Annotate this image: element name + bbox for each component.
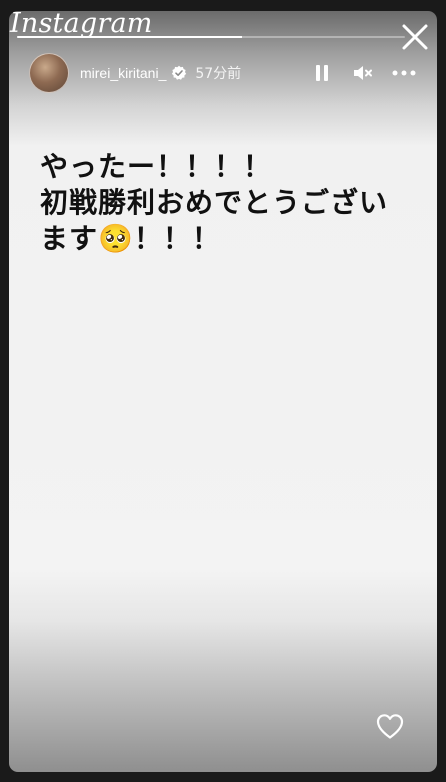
story-controls — [311, 62, 417, 84]
instagram-logo[interactable]: Instagram — [10, 8, 153, 39]
avatar[interactable] — [29, 53, 69, 93]
muted-speaker-icon[interactable] — [351, 62, 373, 84]
close-icon[interactable] — [398, 20, 432, 54]
instagram-story-viewer: mirei_kiritani_ 57分前 やったー！！！！ 初戦勝利おめでとうご… — [0, 0, 446, 782]
pause-icon[interactable] — [311, 62, 333, 84]
story-timestamp: 57分前 — [195, 66, 242, 82]
username[interactable]: mirei_kiritani_ — [80, 65, 166, 81]
story-caption: やったー！！！！ 初戦勝利おめでとうござい ます🥺！！！ — [40, 150, 389, 255]
verified-badge-icon — [172, 65, 187, 80]
heart-icon[interactable] — [375, 712, 405, 740]
story-header: mirei_kiritani_ 57分前 — [29, 53, 417, 93]
more-options-icon[interactable] — [391, 62, 417, 84]
story-card[interactable]: mirei_kiritani_ 57分前 やったー！！！！ 初戦勝利おめでとうご… — [9, 11, 437, 772]
